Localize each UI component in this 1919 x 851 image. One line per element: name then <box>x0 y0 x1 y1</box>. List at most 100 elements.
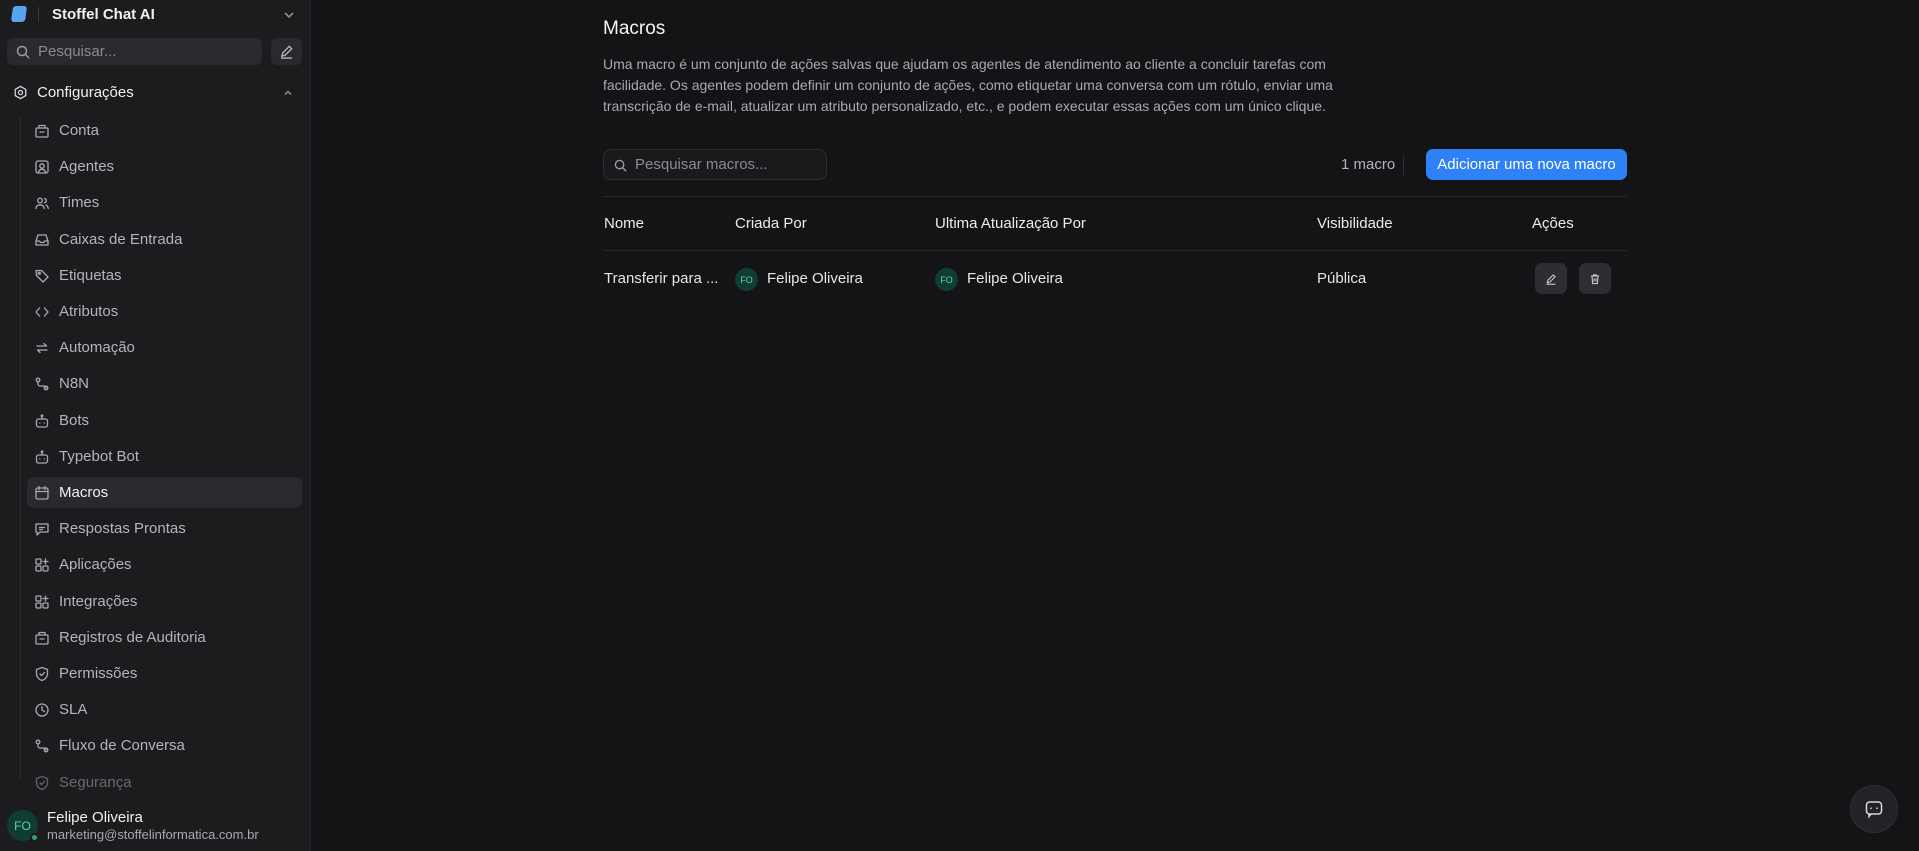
sidebar-item-label: Conta <box>59 122 100 139</box>
settings-section-toggle[interactable]: Configurações <box>13 82 303 104</box>
avatar: FO <box>935 268 958 291</box>
sidebar-item-times[interactable]: Times <box>27 187 302 218</box>
column-header-updated-by: Ultima Atualização Por <box>935 215 1086 232</box>
divider <box>1403 155 1404 175</box>
sidebar-item-aplicacoes[interactable]: Aplicações <box>27 549 302 580</box>
user-profile[interactable]: FO Felipe Oliveira marketing@stoffelinfo… <box>0 800 311 851</box>
sidebar-item-label: SLA <box>59 701 88 718</box>
chevron-down-icon <box>284 12 294 19</box>
user-name: Felipe Oliveira <box>47 809 143 826</box>
code-icon <box>35 307 49 317</box>
brand-name: Stoffel Chat AI <box>52 6 155 23</box>
macro-name[interactable]: Transferir para ... <box>604 270 718 287</box>
sidebar-item-label: Respostas Prontas <box>59 520 186 537</box>
bot-icon <box>35 450 49 464</box>
macro-search-input[interactable] <box>635 150 820 179</box>
divider <box>603 250 1627 251</box>
sidebar-item-atributos[interactable]: Atributos <box>27 296 302 327</box>
visibility-value: Pública <box>1317 270 1367 287</box>
sidebar-item-etiquetas[interactable]: Etiquetas <box>27 260 302 291</box>
search-icon <box>16 45 30 59</box>
chat-bubble-icon <box>1865 801 1883 819</box>
sidebar-item-label: Integrações <box>59 593 138 610</box>
sidebar-item-conta[interactable]: Conta <box>27 115 302 146</box>
sidebar-item-seguranca[interactable]: Segurança <box>27 767 302 798</box>
flow-icon <box>35 377 49 391</box>
tree-line <box>20 116 21 780</box>
sidebar-item-label: Times <box>59 194 100 211</box>
macro-count: 1 macro <box>1341 156 1396 173</box>
sidebar-item-n8n[interactable]: N8N <box>27 368 302 399</box>
sidebar-search-input[interactable] <box>38 38 253 65</box>
gear-icon <box>14 85 27 100</box>
sidebar-item-label: Etiquetas <box>59 267 122 284</box>
updated-by-name: Felipe Oliveira <box>967 270 1063 287</box>
tag-icon <box>35 269 49 283</box>
bot-icon <box>35 414 49 428</box>
column-header-actions: Ações <box>1532 215 1574 232</box>
sidebar-item-label: Registros de Auditoria <box>59 629 206 646</box>
sidebar-item-integracoes[interactable]: Integrações <box>27 586 302 617</box>
sidebar-item-fluxo-de-conversa[interactable]: Fluxo de Conversa <box>27 730 302 761</box>
sidebar-item-bots[interactable]: Bots <box>27 405 302 436</box>
users-icon <box>35 197 49 210</box>
sidebar-item-permissoes[interactable]: Permissões <box>27 658 302 689</box>
column-header-name: Nome <box>604 215 645 232</box>
divider <box>38 7 39 22</box>
user-square-icon <box>35 160 49 174</box>
sidebar-search <box>7 38 262 65</box>
avatar: FO <box>735 268 758 291</box>
pencil-icon <box>1546 273 1556 285</box>
building-icon <box>35 631 49 645</box>
trash-icon <box>1590 273 1600 284</box>
sidebar-item-registros-de-auditoria[interactable]: Registros de Auditoria <box>27 622 302 653</box>
sidebar-item-label: Fluxo de Conversa <box>59 737 185 754</box>
sidebar-item-label: N8N <box>59 375 90 392</box>
sidebar-item-label: Typebot Bot <box>59 448 140 465</box>
divider <box>603 196 1627 197</box>
grid-plus-icon <box>35 595 49 609</box>
sidebar-item-label: Bots <box>59 412 90 429</box>
delete-macro-button[interactable] <box>1579 263 1611 294</box>
sidebar-item-label: Agentes <box>59 158 115 175</box>
sidebar-item-label: Automação <box>59 339 135 356</box>
page-title: Macros <box>603 18 666 39</box>
shield-icon <box>35 666 49 682</box>
sidebar-item-automacao[interactable]: Automação <box>27 332 302 363</box>
sidebar-item-label: Caixas de Entrada <box>59 231 183 248</box>
online-status-dot <box>30 833 39 842</box>
sidebar-item-label: Atributos <box>59 303 119 320</box>
sidebar-item-label: Permissões <box>59 665 138 682</box>
sidebar: Stoffel Chat AI Configurações Conta Agent… <box>0 0 311 851</box>
brand-switcher[interactable]: Stoffel Chat AI <box>0 0 311 30</box>
macro-search <box>603 149 827 180</box>
add-macro-button[interactable]: Adicionar uma nova macro <box>1426 149 1627 180</box>
column-header-created-by: Criada Por <box>735 215 807 232</box>
column-header-visibility: Visibilidade <box>1317 215 1393 232</box>
compose-button[interactable] <box>271 38 302 65</box>
inbox-icon <box>35 234 49 246</box>
sidebar-item-caixas-de-entrada[interactable]: Caixas de Entrada <box>27 224 302 255</box>
user-email: marketing@stoffelinformatica.com.br <box>47 827 259 842</box>
edit-macro-button[interactable] <box>1535 263 1567 294</box>
sidebar-item-label: Aplicações <box>59 556 132 573</box>
building-icon <box>35 124 49 138</box>
sidebar-item-agentes[interactable]: Agentes <box>27 151 302 182</box>
sidebar-item-label: Macros <box>59 484 109 501</box>
sidebar-item-label: Segurança <box>59 774 132 791</box>
shield-icon <box>35 775 49 791</box>
clock-icon <box>35 703 49 717</box>
chat-widget-button[interactable] <box>1850 785 1898 833</box>
settings-section-label: Configurações <box>37 84 134 101</box>
page-description: Uma macro é um conjunto de ações salvas … <box>603 56 1333 114</box>
grid-plus-icon <box>35 558 49 572</box>
sidebar-item-typebot-bot[interactable]: Typebot Bot <box>27 441 302 472</box>
sidebar-item-respostas-prontas[interactable]: Respostas Prontas <box>27 513 302 544</box>
sidebar-item-sla[interactable]: SLA <box>27 694 302 725</box>
calendar-icon <box>35 485 49 500</box>
chevron-up-icon <box>284 90 292 96</box>
message-square-icon <box>35 523 49 536</box>
created-by-name: Felipe Oliveira <box>767 270 863 287</box>
brand-logo-icon <box>10 6 28 22</box>
sidebar-item-macros[interactable]: Macros <box>27 477 302 508</box>
